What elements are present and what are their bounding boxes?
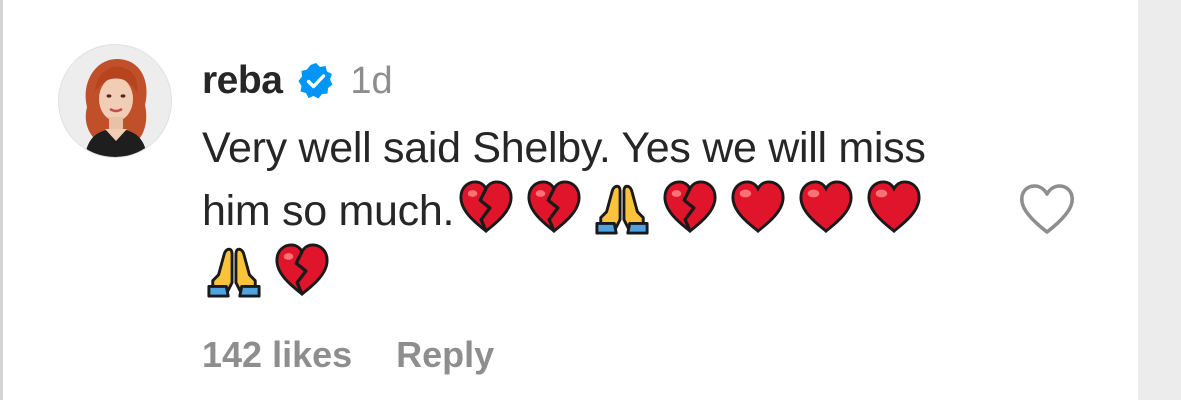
broken-heart-emoji xyxy=(270,242,334,298)
red-heart-emoji xyxy=(794,179,858,235)
red-heart-emoji xyxy=(726,179,790,235)
comment-text: Very well said Shelby. Yes we will miss … xyxy=(202,118,962,305)
comment-footer: 142 likes Reply xyxy=(202,334,494,376)
comment-header: reba 1d xyxy=(202,56,393,106)
folded-hands-emoji xyxy=(590,179,654,235)
comment-timestamp[interactable]: 1d xyxy=(350,60,392,103)
reply-button[interactable]: Reply xyxy=(396,334,494,376)
verified-badge-icon xyxy=(296,61,336,101)
comment-item: reba 1d Very well said Shelby. Yes we wi… xyxy=(0,0,1138,400)
heart-outline-icon xyxy=(1020,184,1074,234)
avatar[interactable] xyxy=(58,44,172,158)
like-button[interactable] xyxy=(1018,182,1076,236)
username-link[interactable]: reba xyxy=(202,59,283,103)
scroll-gutter xyxy=(1138,0,1181,400)
broken-heart-emoji xyxy=(522,179,586,235)
likes-count-link[interactable]: 142 likes xyxy=(202,334,352,376)
red-heart-emoji xyxy=(862,179,926,235)
broken-heart-emoji xyxy=(658,179,722,235)
folded-hands-emoji xyxy=(202,242,266,298)
broken-heart-emoji xyxy=(454,179,518,235)
